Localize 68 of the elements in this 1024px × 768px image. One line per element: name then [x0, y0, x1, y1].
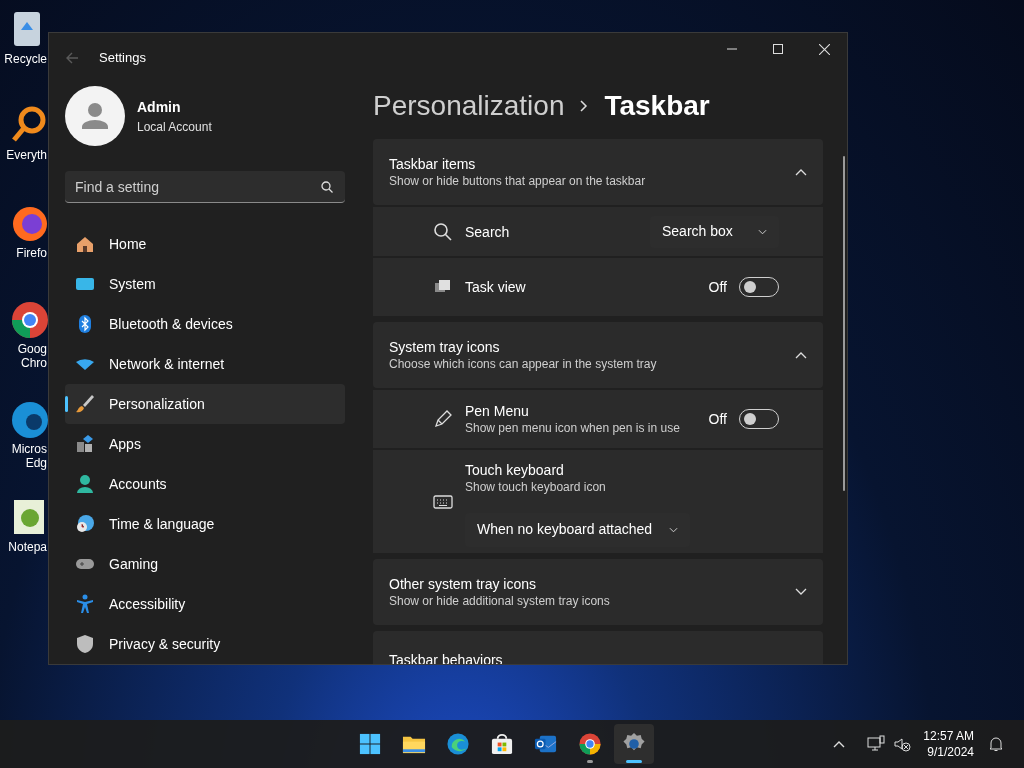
- setting-label: Task view: [465, 278, 527, 296]
- desktop-icon-label[interactable]: Firefo: [16, 246, 48, 260]
- desktop-icon-label[interactable]: Recycle: [4, 52, 48, 66]
- apps-grid-icon: [75, 434, 95, 454]
- chevron-right-icon: [580, 100, 589, 112]
- person-icon: [75, 474, 95, 494]
- house-icon: [75, 234, 95, 254]
- setting-label: Search: [465, 222, 511, 241]
- paintbrush-icon: [75, 394, 95, 414]
- nav-item[interactable]: Apps: [65, 424, 345, 464]
- shopping-bag-icon: [490, 732, 514, 756]
- speaker-muted-icon[interactable]: [893, 735, 912, 753]
- setting-description: Show touch keyboard icon: [465, 478, 607, 495]
- wave-browser-icon: [446, 732, 470, 756]
- pen-icon: [433, 409, 453, 429]
- round-browser-icon: [578, 732, 602, 756]
- user-name: Admin: [137, 97, 182, 117]
- chevron-up-icon[interactable]: [795, 351, 807, 359]
- search-field[interactable]: Find a setting: [65, 171, 345, 203]
- setting-label: Pen Menu: [465, 402, 530, 420]
- globe-clock-icon: [75, 514, 95, 534]
- nav-item[interactable]: Privacy & security: [65, 624, 345, 664]
- windows-logo-icon: [358, 732, 382, 756]
- avatar-icon: [65, 86, 125, 146]
- nav-item[interactable]: Personalization: [65, 384, 345, 424]
- network-monitor-icon[interactable]: [867, 735, 886, 753]
- chevron-up-icon[interactable]: [833, 740, 846, 748]
- nav-item[interactable]: Network & internet: [65, 344, 345, 384]
- desktop-icon-label[interactable]: Notepa: [8, 540, 48, 554]
- nav-item[interactable]: Home: [65, 224, 345, 264]
- toggle-state-label: Off: [708, 277, 727, 297]
- notification-bell-icon[interactable]: [988, 736, 1004, 752]
- chevron-down-icon: [669, 526, 678, 533]
- nav-item[interactable]: System: [65, 264, 345, 304]
- chevron-up-icon[interactable]: [795, 168, 807, 176]
- desktop-icon-label[interactable]: Everyth: [6, 148, 48, 162]
- search-icon: [321, 181, 333, 193]
- section-header[interactable]: Taskbar items Show or hide buttons that appear on the taskbar: [373, 139, 823, 205]
- taskbar-app[interactable]: [614, 724, 654, 764]
- nav-item[interactable]: Bluetooth & devices: [65, 304, 345, 344]
- desktop-icon-label[interactable]: Micros: [11, 442, 48, 456]
- nav-item[interactable]: Time & language: [65, 504, 345, 544]
- chevron-down-icon: [758, 228, 767, 235]
- clock-time[interactable]: 12:57 AM: [923, 728, 974, 744]
- desktop-icon-label[interactable]: Edg: [25, 456, 48, 470]
- section-header[interactable]: System tray icons Choose which icons can appear in the system tray: [373, 322, 823, 388]
- page-title: Taskbar: [604, 89, 710, 123]
- maximize-icon[interactable]: [773, 44, 783, 54]
- breadcrumb-parent[interactable]: Personalization: [373, 85, 565, 127]
- accessibility-figure-icon: [75, 594, 95, 614]
- setting-description: Show pen menu icon when pen is in use: [465, 420, 681, 436]
- window-title: Settings: [99, 49, 146, 68]
- nav-item[interactable]: Accounts: [65, 464, 345, 504]
- clock-date[interactable]: 9/1/2024: [927, 744, 974, 760]
- nav-item[interactable]: Gaming: [65, 544, 345, 584]
- close-icon[interactable]: [818, 43, 830, 55]
- back-arrow-icon[interactable]: [65, 51, 79, 65]
- section-header[interactable]: Other system tray icons Show or hide additional system tray icons: [373, 559, 823, 625]
- shield-icon: [75, 634, 95, 654]
- scrollbar-thumb[interactable]: [843, 156, 845, 491]
- chevron-down-icon[interactable]: [795, 588, 807, 596]
- toggle-state-label: Off: [708, 409, 727, 429]
- desktop-icon-label[interactable]: Chro: [21, 356, 48, 370]
- setting-label: Touch keyboard: [465, 460, 565, 479]
- desktop-icon-label[interactable]: Goog: [17, 342, 48, 356]
- account-type: Local Account: [137, 118, 212, 136]
- nav-item[interactable]: Accessibility: [65, 584, 345, 624]
- search-icon: [433, 221, 453, 242]
